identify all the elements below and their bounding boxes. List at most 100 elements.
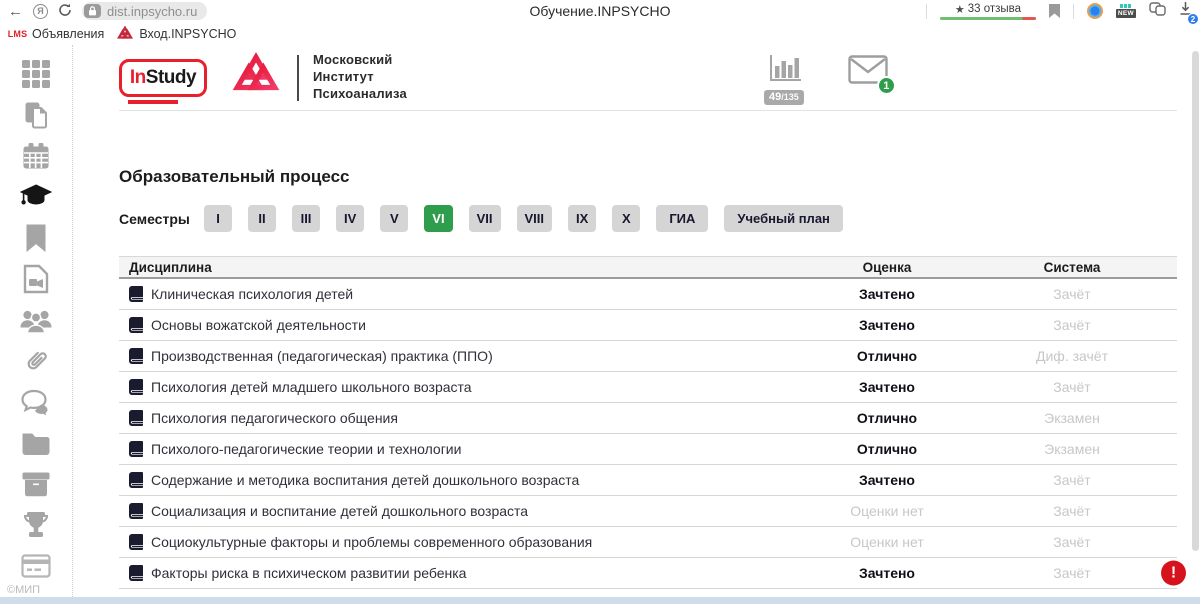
yandex-browser-icon[interactable]: Я [33, 4, 48, 19]
discipline-name[interactable]: Производственная (педагогическая) практи… [151, 348, 493, 364]
book-icon [129, 441, 143, 457]
sidebar-item-certificate[interactable] [21, 553, 51, 583]
downloads-badge: 2 [1187, 13, 1199, 25]
table-row[interactable]: Производственная (педагогическая) практи… [119, 341, 1177, 372]
semester-tab-VIII[interactable]: VIII [517, 205, 553, 232]
bookmarks-bar: LMSОбъявления Вход.INPSYCHO [0, 22, 1200, 45]
semester-tab-IV[interactable]: IV [336, 205, 364, 232]
video-file-icon [23, 264, 49, 299]
sidebar-item-paperclip[interactable] [21, 348, 51, 378]
discipline-name[interactable]: Факторы риска в психическом развитии реб… [151, 565, 466, 581]
users-icon [20, 307, 52, 338]
grade-value: Оценки нет [807, 503, 967, 519]
discipline-name[interactable]: Психолого-педагогические теории и технол… [151, 441, 461, 457]
table-row[interactable]: Социализация и воспитание детей дошкольн… [119, 496, 1177, 527]
separator [926, 4, 927, 19]
bookmark-label: Объявления [32, 27, 104, 41]
table-row[interactable]: Социокультурные факторы и проблемы совре… [119, 527, 1177, 558]
reload-icon[interactable] [58, 3, 72, 20]
mail-button[interactable]: 1 [848, 55, 888, 89]
sidebar-item-video-file[interactable] [21, 266, 51, 296]
semester-tab-III[interactable]: III [292, 205, 320, 232]
discipline-name[interactable]: Содержание и методика воспитания детей д… [151, 472, 579, 488]
semester-tab-VI[interactable]: VI [424, 205, 452, 232]
bottom-edge-strip [0, 597, 1200, 604]
sidebar-item-users[interactable] [21, 307, 51, 337]
column-header-grade: Оценка [807, 260, 967, 275]
table-row[interactable]: Психология педагогического общения Отличн… [119, 403, 1177, 434]
semester-tab-V[interactable]: V [380, 205, 408, 232]
semester-tab-Учебный план[interactable]: Учебный план [724, 205, 842, 232]
semester-tab-X[interactable]: X [612, 205, 640, 232]
trophy-icon [21, 511, 51, 544]
profile-avatar-icon[interactable] [1087, 3, 1103, 19]
column-header-discipline: Дисциплина [119, 260, 807, 275]
new-extension-icon[interactable]: NEW [1116, 4, 1136, 18]
paperclip-icon [22, 347, 50, 380]
table-row[interactable]: Факторы риска в психическом развитии реб… [119, 558, 1177, 589]
sidebar-item-trophy[interactable] [21, 512, 51, 542]
grade-value: Отлично [807, 410, 967, 426]
vertical-scrollbar[interactable] [1192, 51, 1199, 551]
semesters-label: Семестры [119, 211, 204, 227]
graduation-cap-icon [20, 184, 52, 215]
grading-system-value: Зачёт [967, 379, 1177, 395]
book-icon [129, 379, 143, 395]
bookmark-item[interactable]: Вход.INPSYCHO [116, 26, 236, 41]
instudy-logo[interactable]: InStudy [119, 59, 207, 97]
grading-system-value: Экзамен [967, 441, 1177, 457]
book-icon [129, 472, 143, 488]
page-body: ©МИП InStudy [0, 45, 1200, 597]
sidebar-item-calendar[interactable] [21, 143, 51, 173]
downloads-icon[interactable]: 2 [1179, 1, 1192, 21]
grading-system-value: Зачёт [967, 317, 1177, 333]
sidebar-item-archive[interactable] [21, 471, 51, 501]
table-row[interactable]: Основы вожатской деятельностиЗачтеноЗачё… [119, 310, 1177, 341]
discipline-name[interactable]: Социокультурные факторы и проблемы совре… [151, 534, 592, 550]
semester-tab-I[interactable]: I [204, 205, 232, 232]
bookmark-flag-icon[interactable] [1049, 4, 1060, 18]
back-icon[interactable]: ← [8, 4, 23, 19]
chat-icon [21, 389, 51, 420]
discipline-name[interactable]: Клиническая психология детей [151, 286, 353, 302]
discipline-name[interactable]: Основы вожатской деятельности [151, 317, 366, 333]
mip-valknut-logo[interactable] [231, 50, 281, 105]
url-text: dist.inpsycho.ru [107, 4, 197, 19]
table-row[interactable]: Психология детей младшего школьного возр… [119, 372, 1177, 403]
semester-tab-IX[interactable]: IX [568, 205, 596, 232]
semester-tab-ГИА[interactable]: ГИА [656, 205, 708, 232]
folder-icon [21, 430, 51, 461]
lock-icon[interactable] [84, 4, 101, 18]
bookmark-item[interactable]: LMSОбъявления [9, 27, 104, 41]
address-bar[interactable]: dist.inpsycho.ru [82, 2, 207, 20]
browser-chrome: ← Я dist.inpsycho.ru Обучение.INPSYCHO ★… [0, 0, 1200, 45]
sidebar-item-documents[interactable] [21, 102, 51, 132]
archive-icon [22, 471, 50, 502]
sidebar-item-folder[interactable] [21, 430, 51, 460]
sidebar-item-chat[interactable] [21, 389, 51, 419]
main-content: InStudy Московский Институ [73, 45, 1200, 597]
discipline-name[interactable]: Социализация и воспитание детей дошкольн… [151, 503, 528, 519]
table-row[interactable]: Содержание и методика воспитания детей д… [119, 465, 1177, 496]
reviews-count: 33 отзыва [968, 3, 1021, 15]
sidebar-item-apps-grid[interactable] [21, 61, 51, 91]
book-icon [129, 410, 143, 426]
semester-tab-II[interactable]: II [248, 205, 276, 232]
grading-system-value: Зачёт [967, 472, 1177, 488]
table-row[interactable]: Психолого-педагогические теории и технол… [119, 434, 1177, 465]
discipline-name[interactable]: Психология детей младшего школьного возр… [151, 379, 472, 395]
tab-groups-icon[interactable] [1149, 2, 1166, 21]
table-row[interactable]: Клиническая психология детейЗачтеноЗачёт [119, 279, 1177, 310]
sidebar-item-graduation-cap[interactable] [21, 184, 51, 214]
alert-icon[interactable]: ! [1161, 561, 1186, 586]
site-reviews[interactable]: ★ 33 отзыва [940, 3, 1036, 20]
grade-value: Зачтено [807, 565, 967, 581]
grade-value: Зачтено [807, 379, 967, 395]
discipline-name[interactable]: Психология педагогического общения [151, 410, 398, 426]
grade-value: Оценки нет [807, 534, 967, 550]
semester-tab-VII[interactable]: VII [469, 205, 501, 232]
documents-icon [22, 101, 50, 134]
sidebar-item-bookmark[interactable] [21, 225, 51, 255]
progress-stats-button[interactable]: 49/135 [764, 53, 804, 105]
grade-value: Отлично [807, 348, 967, 364]
